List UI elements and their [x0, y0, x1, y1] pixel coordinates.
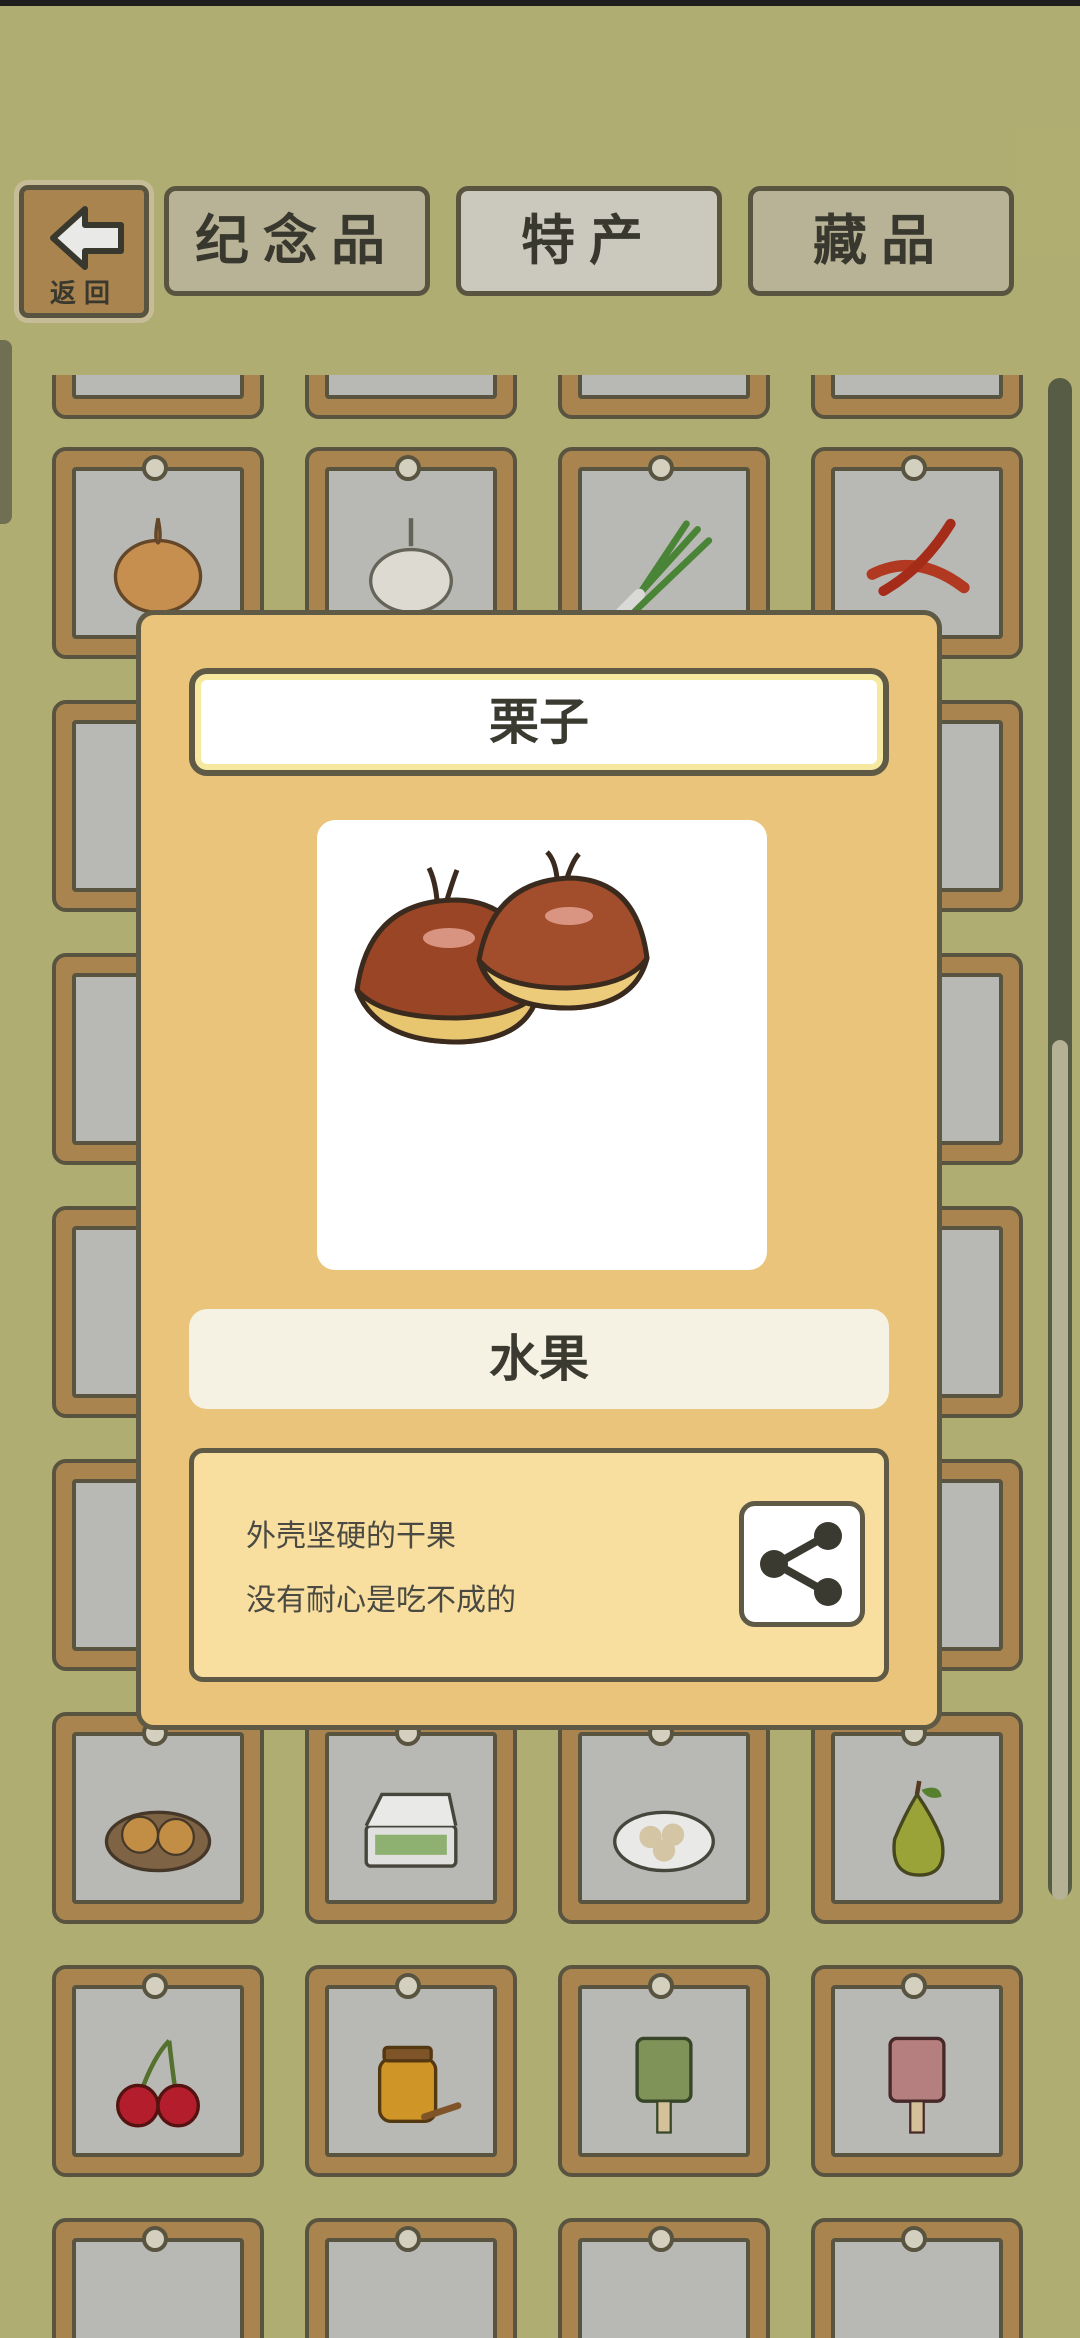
share-button[interactable] — [739, 1501, 865, 1627]
item-description: 外壳坚硬的干果 没有耐心是吃不成的 — [189, 1448, 889, 1682]
item-category: 水果 — [189, 1309, 889, 1409]
share-icon — [760, 1522, 842, 1606]
item-title: 栗子 — [189, 668, 889, 776]
item-image — [317, 820, 767, 1270]
item-detail-dialog: 栗子 水果 外壳坚硬的干果 没有耐心是吃不成的 — [136, 610, 942, 1730]
description-line-2: 没有耐心是吃不成的 — [246, 1583, 516, 1618]
chestnut-icon — [354, 850, 650, 1045]
description-line-1: 外壳坚硬的干果 — [246, 1519, 456, 1554]
